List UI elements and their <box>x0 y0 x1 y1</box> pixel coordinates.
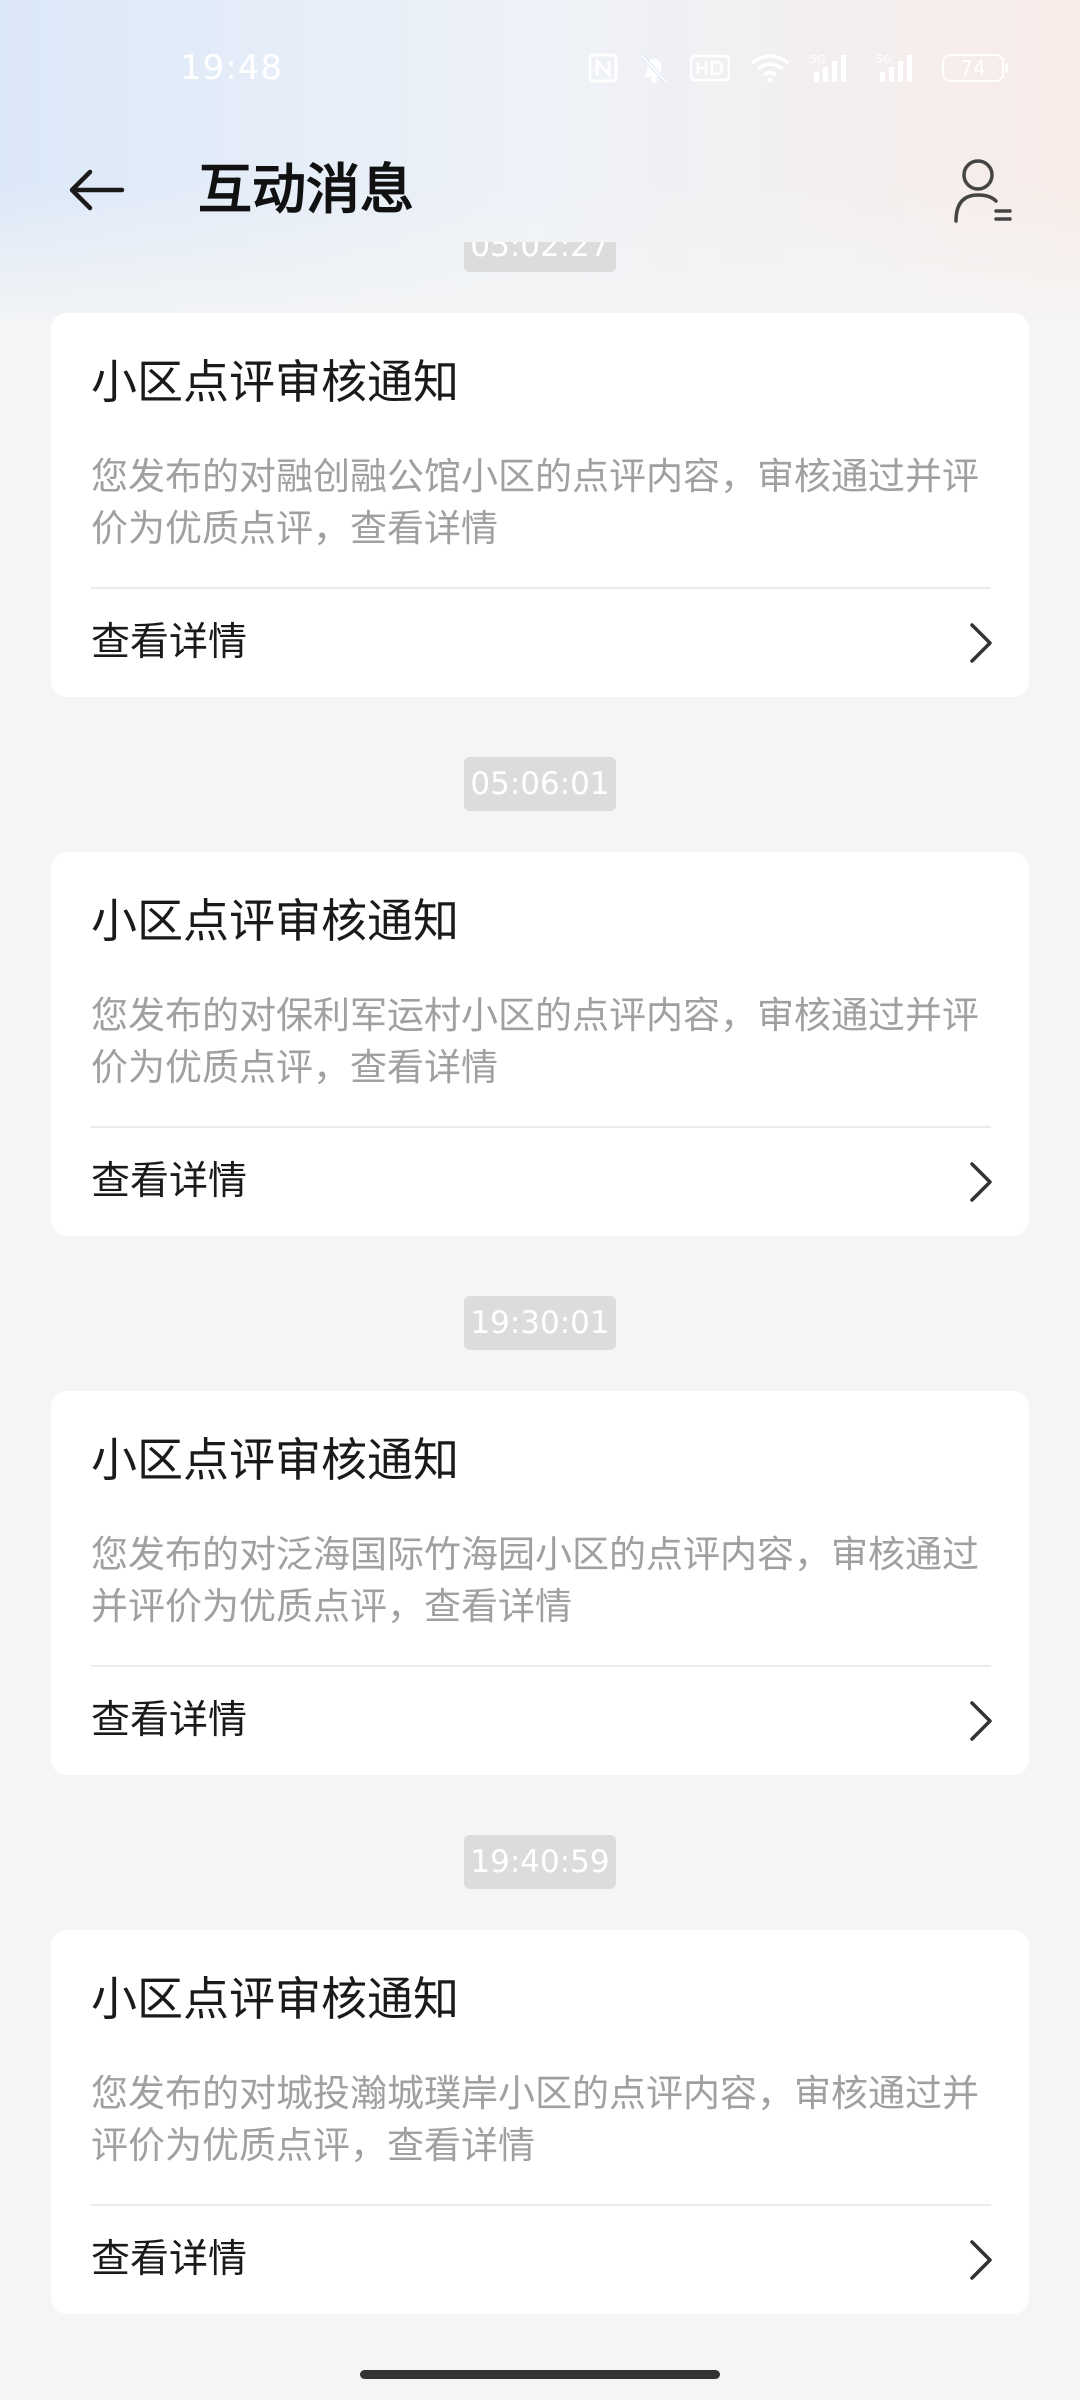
wifi-icon <box>750 53 790 83</box>
status-bar: 19:48 5G 5G 74 <box>0 0 1080 140</box>
view-details-label: 查看详情 <box>91 2237 248 2282</box>
message-timestamp: 19:30:01 <box>464 1296 616 1350</box>
message-card: 小区点评审核通知 您发布的对城投瀚城璞岸小区的点评内容，审核通过并评价为优质点评… <box>51 1930 1029 2314</box>
message-card: 小区点评审核通知 您发布的对泛海国际竹海园小区的点评内容，审核通过并评价为优质点… <box>51 1391 1029 1775</box>
message-card: 小区点评审核通知 您发布的对融创融公馆小区的点评内容，审核通过并评价为优质点评，… <box>51 313 1029 697</box>
status-time: 19:48 <box>180 48 283 88</box>
home-indicator[interactable] <box>360 2370 720 2379</box>
battery-indicator: 74 <box>942 54 1008 82</box>
page-title: 互动消息 <box>198 158 414 221</box>
message-title: 小区点评审核通知 <box>91 355 459 409</box>
svg-text:5G: 5G <box>810 53 826 66</box>
message-timestamp: 05:02:27 <box>464 242 616 272</box>
view-details-label: 查看详情 <box>91 620 248 665</box>
view-details-label: 查看详情 <box>91 1698 248 1743</box>
message-title: 小区点评审核通知 <box>91 1972 459 2026</box>
message-card: 小区点评审核通知 您发布的对保利军运村小区的点评内容，审核通过并评价为优质点评，… <box>51 852 1029 1236</box>
message-body: 您发布的对泛海国际竹海园小区的点评内容，审核通过并评价为优质点评，查看详情 <box>91 1533 979 1628</box>
chevron-right-icon <box>970 1162 992 1202</box>
arrow-left-icon <box>69 169 125 211</box>
message-body: 您发布的对城投瀚城璞岸小区的点评内容，审核通过并评价为优质点评，查看详情 <box>91 2072 979 2167</box>
message-timestamp: 05:06:01 <box>464 757 616 811</box>
message-title: 小区点评审核通知 <box>91 1433 459 1487</box>
chevron-right-icon <box>970 623 992 663</box>
5g-signal-icon: 5G <box>810 52 856 84</box>
message-timestamp: 19:40:59 <box>464 1835 616 1889</box>
message-body: 您发布的对保利军运村小区的点评内容，审核通过并评价为优质点评，查看详情 <box>91 994 979 1089</box>
svg-text:5G: 5G <box>876 53 892 66</box>
message-body: 您发布的对融创融公馆小区的点评内容，审核通过并评价为优质点评，查看详情 <box>91 455 979 550</box>
chevron-right-icon <box>970 2240 992 2280</box>
hd-icon <box>690 54 730 82</box>
user-list-button[interactable] <box>942 148 1026 232</box>
chevron-right-icon <box>970 1701 992 1741</box>
back-button[interactable] <box>56 150 136 230</box>
view-details-link[interactable]: 查看详情 <box>91 589 1003 697</box>
status-icons: 5G 5G 74 <box>588 52 1008 84</box>
view-details-link[interactable]: 查看详情 <box>91 1128 1003 1236</box>
user-list-icon <box>954 159 1012 223</box>
view-details-link[interactable]: 查看详情 <box>91 1667 1003 1775</box>
nfc-icon <box>588 53 618 83</box>
message-title: 小区点评审核通知 <box>91 894 459 948</box>
view-details-label: 查看详情 <box>91 1159 248 1204</box>
mute-icon <box>638 52 670 84</box>
view-details-link[interactable]: 查看详情 <box>91 2206 1003 2314</box>
5g-signal-icon: 5G <box>876 52 922 84</box>
